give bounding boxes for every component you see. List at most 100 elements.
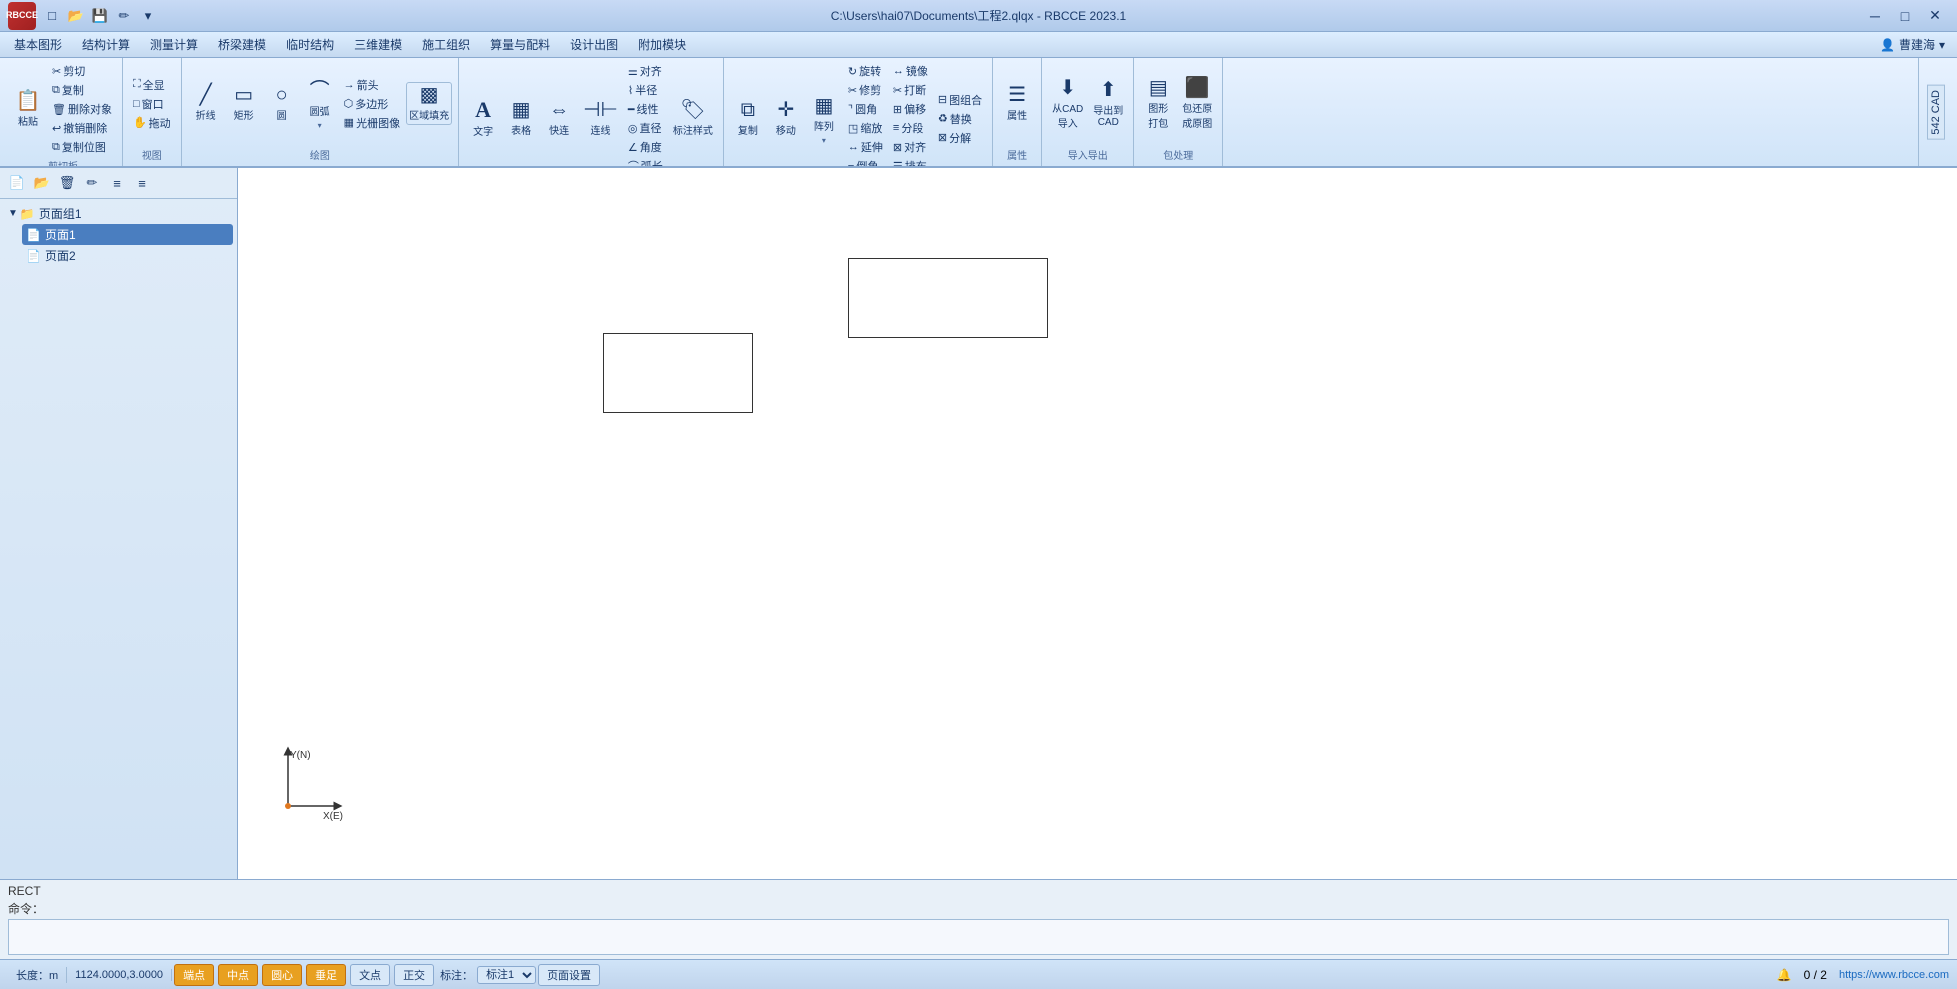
radius-button[interactable]: ⌇半径 bbox=[624, 81, 667, 99]
user-dropdown-icon[interactable]: ▾ bbox=[1939, 38, 1945, 52]
menu-quantity-material[interactable]: 算量与配料 bbox=[480, 34, 560, 55]
menu-addon[interactable]: 附加模块 bbox=[628, 34, 696, 55]
break-button[interactable]: ✂打断 bbox=[889, 81, 932, 99]
arc-button[interactable]: ⌒ 圆弧 bbox=[302, 78, 338, 121]
snap-text-button[interactable]: 文点 bbox=[350, 964, 390, 986]
arc-length-button[interactable]: ⌒弧长 bbox=[624, 157, 667, 168]
polygon-button[interactable]: ⬡多边形 bbox=[340, 95, 404, 113]
table-button[interactable]: ▦ 表格 bbox=[503, 97, 539, 140]
left-panel: 📄 📂 🗑 ✏ ≡ ≡ ▼ 📁 页面组1 📄 页面1 📄 页面2 bbox=[0, 168, 238, 879]
canvas-rect-2[interactable] bbox=[848, 258, 1048, 338]
new-file-button[interactable]: □ bbox=[42, 6, 62, 26]
move-button[interactable]: ✛ 移动 bbox=[768, 97, 804, 140]
mirror-button[interactable]: ↔镜像 bbox=[889, 62, 932, 80]
quick-connect-button[interactable]: ⇔ 快连 bbox=[541, 97, 577, 140]
decompose-button[interactable]: ⊠分解 bbox=[934, 129, 986, 147]
package-button[interactable]: ▤ 图形打包 bbox=[1140, 75, 1176, 133]
save-file-button[interactable]: 💾 bbox=[90, 6, 110, 26]
pan-button[interactable]: ✋拖动 bbox=[129, 114, 175, 132]
fullscreen-button[interactable]: ⛶全显 bbox=[129, 76, 175, 94]
fillet-button[interactable]: ⌝圆角 bbox=[844, 100, 887, 118]
rename-page-button[interactable]: ✏ bbox=[81, 172, 103, 194]
close-button[interactable]: ✕ bbox=[1921, 5, 1949, 27]
cad-indicator: 542 CAD bbox=[1927, 85, 1945, 140]
array-dropdown[interactable]: ▾ bbox=[822, 136, 826, 145]
page-settings-button[interactable]: 页面设置 bbox=[538, 964, 600, 986]
snap-perpendicular-button[interactable]: 垂足 bbox=[306, 964, 346, 986]
menu-design-drawing[interactable]: 设计出图 bbox=[560, 34, 628, 55]
layout-button[interactable]: ☰排布 bbox=[889, 157, 932, 168]
delete-object-button[interactable]: 🗑删除对象 bbox=[48, 100, 116, 118]
tree-expand-icon[interactable]: ▼ bbox=[8, 208, 18, 219]
open-page-button[interactable]: 📂 bbox=[31, 172, 53, 194]
export-cad-button[interactable]: ⬆ 导出到CAD bbox=[1089, 77, 1127, 131]
canvas-area[interactable]: Y(N) X(E) bbox=[238, 168, 1957, 879]
arc-dropdown[interactable]: ▾ bbox=[318, 121, 322, 130]
command-input-area[interactable] bbox=[8, 919, 1949, 955]
trim-button[interactable]: ✂修剪 bbox=[844, 81, 887, 99]
new-page-button[interactable]: 📄 bbox=[6, 172, 28, 194]
snap-center-button[interactable]: 圆心 bbox=[262, 964, 302, 986]
tree-page-2[interactable]: 📄 页面2 bbox=[22, 245, 233, 266]
arrow-button[interactable]: →箭头 bbox=[340, 76, 404, 94]
copy-button[interactable]: ⧉复制 bbox=[48, 81, 116, 99]
rotate-button[interactable]: ↻旋转 bbox=[844, 62, 887, 80]
copy-modify-button[interactable]: ⧉ 复制 bbox=[730, 97, 766, 140]
fill-button[interactable]: ▩ 区域填充 bbox=[406, 82, 452, 125]
undo-delete-button[interactable]: ↩撤销删除 bbox=[48, 119, 116, 137]
segment-button[interactable]: ≡分段 bbox=[889, 119, 932, 137]
menu-survey-calc[interactable]: 测量计算 bbox=[140, 34, 208, 55]
sort-desc-button[interactable]: ≡ bbox=[131, 172, 153, 194]
quick-access-dropdown[interactable]: ▾ bbox=[138, 6, 158, 26]
sort-asc-button[interactable]: ≡ bbox=[106, 172, 128, 194]
properties-button[interactable]: ☰ 属性 bbox=[999, 82, 1035, 125]
delete-page-button[interactable]: 🗑 bbox=[56, 172, 78, 194]
menu-bridge-model[interactable]: 桥梁建模 bbox=[208, 34, 276, 55]
diameter-button[interactable]: ◎直径 bbox=[624, 119, 667, 137]
chamfer-button[interactable]: ⌐倒角 bbox=[844, 157, 887, 168]
ribbon-group-draw: ╱ 折线 ▭ 矩形 ○ 圆 ⌒ 圆弧 ▾ →箭头 bbox=[182, 58, 459, 166]
minimize-button[interactable]: ─ bbox=[1861, 5, 1889, 27]
linear-button[interactable]: ━线性 bbox=[624, 100, 667, 118]
tree-group-1[interactable]: ▼ 📁 页面组1 bbox=[4, 203, 233, 224]
maximize-button[interactable]: □ bbox=[1891, 5, 1919, 27]
connect-icon: ⊣⊢ bbox=[583, 100, 618, 120]
annotation-select[interactable]: 标注1 bbox=[477, 966, 536, 984]
offset-button[interactable]: ⊞偏移 bbox=[889, 100, 932, 118]
cut-button[interactable]: ✂剪切 bbox=[48, 62, 116, 80]
copy-bitmap-button[interactable]: ⧉复制位图 bbox=[48, 138, 116, 156]
canvas-rect-1[interactable] bbox=[603, 333, 753, 413]
align2-button[interactable]: ⊠对齐 bbox=[889, 138, 932, 156]
window-view-button[interactable]: □窗口 bbox=[129, 95, 175, 113]
snap-ortho-button[interactable]: 正交 bbox=[394, 964, 434, 986]
annotation-style-button[interactable]: 🏷 标注样式 bbox=[669, 97, 717, 140]
menu-3d-model[interactable]: 三维建模 bbox=[344, 34, 412, 55]
menu-basic-shapes[interactable]: 基本图形 bbox=[4, 34, 72, 55]
edit-button[interactable]: ✏ bbox=[114, 6, 134, 26]
rect-button[interactable]: ▭ 矩形 bbox=[226, 82, 262, 125]
menu-temp-structure[interactable]: 临时结构 bbox=[276, 34, 344, 55]
unpackage-button[interactable]: ⬛ 包还原成原图 bbox=[1178, 75, 1216, 133]
import-cad-button[interactable]: ⬇ 从CAD导入 bbox=[1048, 75, 1087, 133]
array-button[interactable]: ▦ 阵列 bbox=[806, 93, 842, 136]
website-link[interactable]: https://www.rbcce.com bbox=[1839, 969, 1949, 981]
circle-button[interactable]: ○ 圆 bbox=[264, 82, 300, 125]
menu-structural-calc[interactable]: 结构计算 bbox=[72, 34, 140, 55]
open-file-button[interactable]: 📂 bbox=[66, 6, 86, 26]
snap-midpoint-button[interactable]: 中点 bbox=[218, 964, 258, 986]
extend-button[interactable]: ↔延伸 bbox=[844, 138, 887, 156]
scale-button[interactable]: ◳缩放 bbox=[844, 119, 887, 137]
menu-construction-org[interactable]: 施工组织 bbox=[412, 34, 480, 55]
text-button[interactable]: A 文字 bbox=[465, 96, 501, 141]
group-button[interactable]: ⊟图组合 bbox=[934, 91, 986, 109]
diameter-icon: ◎ bbox=[628, 122, 638, 135]
paste-button[interactable]: 📋 粘贴 bbox=[10, 88, 46, 131]
align-button[interactable]: ⚌对齐 bbox=[624, 62, 667, 80]
raster-button[interactable]: ▦光栅图像 bbox=[340, 114, 404, 132]
angle-button[interactable]: ∠角度 bbox=[624, 138, 667, 156]
polyline-button[interactable]: ╱ 折线 bbox=[188, 82, 224, 125]
tree-page-1[interactable]: 📄 页面1 bbox=[22, 224, 233, 245]
replace-button[interactable]: ♻替换 bbox=[934, 110, 986, 128]
connect-button[interactable]: ⊣⊢ 连线 bbox=[579, 97, 622, 140]
snap-endpoint-button[interactable]: 端点 bbox=[174, 964, 214, 986]
